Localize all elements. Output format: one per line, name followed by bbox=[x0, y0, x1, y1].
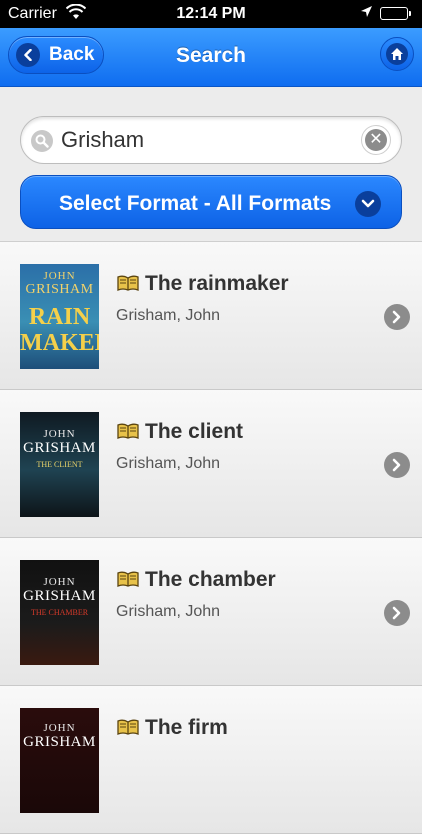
result-title-line: The rainmaker bbox=[116, 272, 376, 298]
close-icon: ✕ bbox=[365, 129, 387, 151]
book-cover: JOHN GRISHAM THE CHAMBER bbox=[20, 560, 99, 665]
chevron-right-icon[interactable] bbox=[384, 304, 410, 330]
chevron-right-icon[interactable] bbox=[384, 452, 410, 478]
cover-title: RAIN MAKER bbox=[20, 304, 99, 356]
book-icon bbox=[116, 570, 140, 594]
clear-search-button[interactable]: ✕ bbox=[361, 125, 391, 155]
book-icon bbox=[116, 422, 140, 446]
cover-author-last: GRISHAM bbox=[23, 440, 96, 456]
result-info: The rainmaker Grisham, John bbox=[116, 272, 376, 325]
book-cover: JOHN GRISHAM THE CLIENT bbox=[20, 412, 99, 517]
select-format-button[interactable]: Select Format - All Formats bbox=[20, 175, 402, 229]
home-icon bbox=[391, 48, 403, 60]
result-title-line: The chamber bbox=[116, 568, 376, 594]
search-field[interactable]: ✕ bbox=[20, 116, 402, 164]
list-item[interactable]: JOHN GRISHAM THE CHAMBER The chamber Gri… bbox=[0, 538, 422, 686]
home-button-circle bbox=[386, 43, 408, 65]
cover-author-first: JOHN bbox=[43, 576, 76, 588]
battery-icon bbox=[380, 7, 411, 20]
search-panel: ✕ Select Format - All Formats bbox=[0, 87, 422, 242]
chevron-right-icon[interactable] bbox=[384, 600, 410, 626]
result-title: The rainmaker bbox=[145, 272, 289, 295]
list-item[interactable]: JOHN GRISHAM THE CLIENT The client Grish… bbox=[0, 390, 422, 538]
book-cover: JOHN GRISHAM RAIN MAKER bbox=[20, 264, 99, 369]
select-format-label: Select Format - All Formats bbox=[59, 192, 332, 215]
result-title: The firm bbox=[145, 716, 228, 739]
cover-author-first: JOHN bbox=[43, 428, 76, 440]
list-item[interactable]: JOHN GRISHAM RAIN MAKER The rainmaker Gr… bbox=[0, 242, 422, 390]
result-author: Grisham, John bbox=[116, 455, 221, 472]
cover-author-last: GRISHAM bbox=[25, 282, 94, 297]
result-title: The chamber bbox=[145, 568, 276, 591]
cover-author-first: JOHN bbox=[43, 270, 76, 282]
search-icon bbox=[31, 130, 53, 152]
cover-title: THE CLIENT bbox=[36, 460, 83, 469]
result-title-line: The client bbox=[116, 420, 376, 446]
navigation-bar: Back Search bbox=[0, 28, 422, 87]
cover-author-first: JOHN bbox=[43, 722, 76, 734]
result-title: The client bbox=[145, 420, 244, 443]
book-icon bbox=[116, 718, 140, 742]
cover-author-last: GRISHAM bbox=[23, 734, 96, 750]
location-arrow-icon bbox=[360, 5, 373, 23]
status-bar: Carrier 12:14 PM bbox=[0, 0, 422, 28]
result-info: The firm bbox=[116, 716, 376, 742]
status-time: 12:14 PM bbox=[176, 5, 246, 22]
result-info: The chamber Grisham, John bbox=[116, 568, 376, 621]
result-author: Grisham, John bbox=[116, 603, 221, 620]
cover-title: THE CHAMBER bbox=[30, 608, 89, 617]
book-cover: JOHN GRISHAM bbox=[20, 708, 99, 813]
home-button[interactable] bbox=[380, 37, 414, 71]
result-title-line: The firm bbox=[116, 716, 376, 742]
result-info: The client Grisham, John bbox=[116, 420, 376, 473]
list-item[interactable]: JOHN GRISHAM The firm bbox=[0, 686, 422, 834]
result-author: Grisham, John bbox=[116, 307, 221, 324]
chevron-down-icon bbox=[355, 191, 381, 217]
results-list: JOHN GRISHAM RAIN MAKER The rainmaker Gr… bbox=[0, 242, 422, 834]
book-icon bbox=[116, 274, 140, 298]
page-title: Search bbox=[175, 44, 247, 67]
search-input[interactable] bbox=[61, 127, 361, 153]
cover-author-last: GRISHAM bbox=[23, 588, 96, 604]
